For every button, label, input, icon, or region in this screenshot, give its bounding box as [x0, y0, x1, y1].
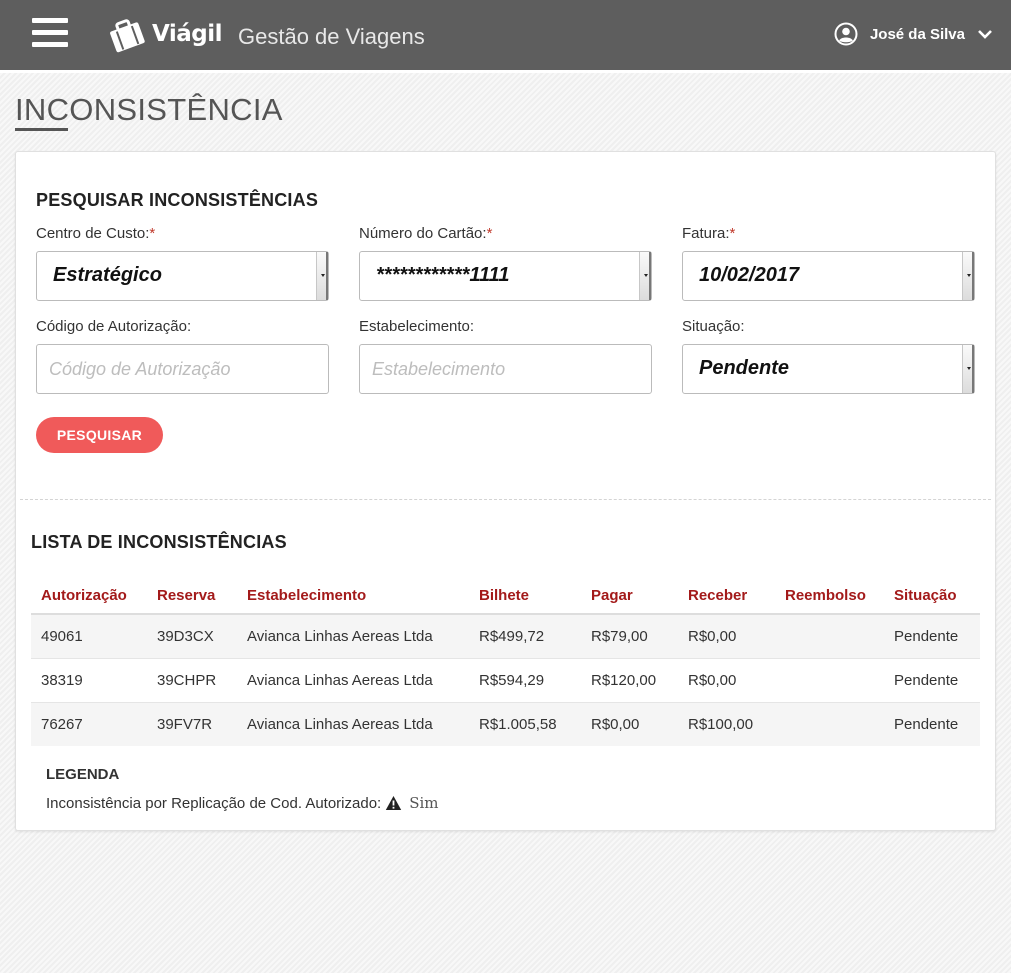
top-bar-divider [0, 70, 1011, 73]
cell-ticket: R$594,29 [469, 657, 581, 702]
list-section-title: LISTA DE INCONSISTÊNCIAS [31, 532, 287, 552]
cell-ticket: R$499,72 [469, 614, 581, 658]
legend-title: LEGENDA [46, 766, 120, 783]
cell-refund [775, 614, 884, 658]
search-button[interactable]: PESQUISAR [36, 417, 163, 453]
cell-status: Pendente [884, 657, 980, 702]
cell-pay: R$0,00 [581, 701, 678, 746]
user-menu[interactable]: José da Silva [834, 22, 993, 46]
cell-status: Pendente [884, 614, 980, 658]
page-title: INCONSISTÊNCIA [15, 92, 283, 127]
auth-code-input[interactable] [36, 344, 329, 394]
brand-name: Viágil [152, 21, 223, 47]
hamburger-icon[interactable] [32, 18, 68, 48]
cell-establishment: Avianca Linhas Aereas Ltda [237, 614, 469, 658]
cell-authorization: 49061 [31, 614, 147, 658]
cell-receive: R$100,00 [678, 701, 775, 746]
select-arrow-icon[interactable] [639, 252, 651, 300]
cost-center-select[interactable]: Estratégico [36, 251, 329, 301]
cell-reservation: 39FV7R [147, 701, 237, 746]
cell-pay: R$79,00 [581, 614, 678, 658]
top-bar: Viágil Gestão de Viagens José da Silva [0, 0, 1011, 70]
title-underline [15, 128, 68, 131]
cell-reservation: 39D3CX [147, 614, 237, 658]
chevron-down-icon[interactable] [977, 28, 993, 40]
column-header-establishment[interactable]: Estabelecimento [237, 578, 469, 615]
table-header-row: Autorização Reserva Estabelecimento Bilh… [31, 578, 980, 615]
establishment-input[interactable] [359, 344, 652, 394]
invoice-value: 10/02/2017 [699, 264, 800, 286]
legend-value: Sim [409, 794, 439, 812]
select-arrow-icon[interactable] [962, 345, 974, 393]
column-header-pay[interactable]: Pagar [581, 578, 678, 615]
section-divider [20, 499, 991, 500]
card-number-value: ************1111 [376, 264, 510, 286]
column-header-ticket[interactable]: Bilhete [469, 578, 581, 615]
cell-authorization: 76267 [31, 701, 147, 746]
cell-pay: R$120,00 [581, 657, 678, 702]
column-header-reservation[interactable]: Reserva [147, 578, 237, 615]
invoice-label: Fatura:* [682, 225, 736, 242]
inconsistency-table: Autorização Reserva Estabelecimento Bilh… [31, 578, 980, 746]
status-value: Pendente [699, 357, 790, 379]
cell-establishment: Avianca Linhas Aereas Ltda [237, 657, 469, 702]
cell-establishment: Avianca Linhas Aereas Ltda [237, 701, 469, 746]
cell-authorization: 38319 [31, 657, 147, 702]
card-number-select[interactable]: ************1111 [359, 251, 652, 301]
column-header-status[interactable]: Situação [884, 578, 980, 615]
suitcase-icon [110, 19, 145, 53]
cell-ticket: R$1.005,58 [469, 701, 581, 746]
status-select[interactable]: Pendente [682, 344, 975, 394]
table-row[interactable]: 38319 39CHPR Avianca Linhas Aereas Ltda … [31, 657, 980, 702]
legend-row: Inconsistência por Replicação de Cod. Au… [46, 794, 439, 812]
status-label: Situação: [682, 318, 745, 335]
legend-text: Inconsistência por Replicação de Cod. Au… [46, 794, 382, 812]
select-arrow-icon[interactable] [316, 252, 328, 300]
invoice-select[interactable]: 10/02/2017 [682, 251, 975, 301]
column-header-refund[interactable]: Reembolso [775, 578, 884, 615]
cell-reservation: 39CHPR [147, 657, 237, 702]
establishment-label: Estabelecimento: [359, 318, 475, 335]
search-section-title: PESQUISAR INCONSISTÊNCIAS [36, 190, 319, 210]
column-header-authorization[interactable]: Autorização [31, 578, 147, 615]
cell-refund [775, 701, 884, 746]
auth-code-label: Código de Autorização: [36, 318, 192, 335]
table-row[interactable]: 76267 39FV7R Avianca Linhas Aereas Ltda … [31, 701, 980, 746]
cell-receive: R$0,00 [678, 614, 775, 658]
cost-center-value: Estratégico [53, 264, 162, 286]
cell-receive: R$0,00 [678, 657, 775, 702]
table-row[interactable]: 49061 39D3CX Avianca Linhas Aereas Ltda … [31, 614, 980, 658]
app-title: Gestão de Viagens [238, 24, 425, 49]
logo[interactable]: Viágil [106, 14, 223, 54]
cell-refund [775, 657, 884, 702]
user-circle-icon [834, 22, 858, 46]
user-name: José da Silva [869, 25, 965, 43]
column-header-receive[interactable]: Receber [678, 578, 775, 615]
cost-center-label: Centro de Custo:* [36, 225, 156, 242]
select-arrow-icon[interactable] [962, 252, 974, 300]
warning-icon [386, 796, 402, 810]
card-number-label: Número do Cartão:* [359, 225, 493, 242]
cell-status: Pendente [884, 701, 980, 746]
